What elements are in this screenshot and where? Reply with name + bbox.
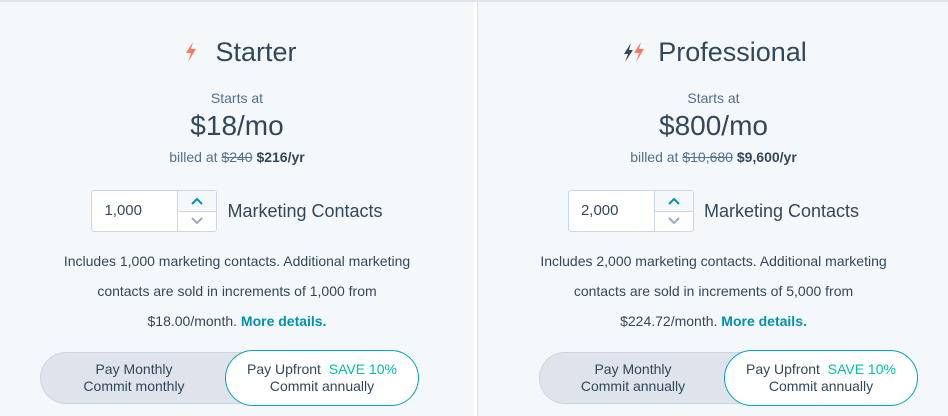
- billed-new-price: $9,600/yr: [736, 149, 797, 165]
- billed-prefix: billed at: [169, 149, 218, 165]
- starts-at-label: Starts at: [210, 90, 264, 106]
- more-details-link[interactable]: More details.: [241, 313, 327, 329]
- double-lightning-icon: [620, 38, 648, 66]
- billed-line: billed at $240 $216/yr: [0, 149, 474, 165]
- billed-old-price: $240: [221, 149, 253, 165]
- chevron-down-icon: [668, 217, 680, 225]
- pay-upfront-title: Pay Upfront: [746, 361, 820, 377]
- billed-line: billed at $10,680 $9,600/yr: [478, 149, 948, 165]
- plan-title: Professional: [658, 36, 807, 67]
- decrement-button[interactable]: [178, 212, 216, 232]
- save-badge: SAVE 10%: [328, 361, 397, 377]
- contacts-label: Marketing Contacts: [227, 200, 383, 221]
- desc-line-3: $18.00/month.: [147, 313, 238, 329]
- billing-toggle: Pay Monthly Commit monthly Pay Upfront S…: [40, 350, 419, 406]
- desc-line-2: contacts are sold in increments of 1,000…: [97, 283, 377, 299]
- plan-card-professional: Professional Starts at $800/mo billed at…: [477, 2, 948, 416]
- pay-monthly-sub: Commit annually: [580, 378, 686, 394]
- contacts-stepper[interactable]: 1,000: [91, 190, 218, 232]
- save-badge: SAVE 10%: [827, 361, 896, 377]
- pay-upfront-title: Pay Upfront: [247, 361, 321, 377]
- pay-monthly-sub: Commit monthly: [83, 378, 185, 394]
- pay-monthly-option[interactable]: Pay Monthly Commit monthly: [41, 353, 227, 403]
- chevron-up-icon: [668, 197, 680, 205]
- chevron-down-icon: [191, 217, 204, 225]
- pay-upfront-option[interactable]: Pay Upfront SAVE 10% Commit annually: [724, 350, 918, 406]
- contacts-label: Marketing Contacts: [703, 200, 860, 221]
- pay-upfront-sub: Commit annually: [768, 378, 874, 394]
- billed-prefix: billed at: [630, 149, 679, 165]
- pay-monthly-option[interactable]: Pay Monthly Commit annually: [540, 353, 726, 403]
- contacts-row: 1,000 Marketing Contacts: [0, 189, 474, 233]
- more-details-link[interactable]: More details.: [721, 313, 807, 329]
- plan-price: $18/mo: [190, 110, 284, 141]
- increment-button[interactable]: [654, 191, 693, 212]
- contacts-stepper[interactable]: 2,000: [567, 190, 694, 232]
- plan-title: Starter: [215, 36, 297, 67]
- pay-monthly-title: Pay Monthly: [95, 361, 173, 377]
- increment-button[interactable]: [178, 191, 217, 212]
- decrement-button[interactable]: [655, 212, 693, 232]
- desc-line-2: contacts are sold in increments of 5,000…: [573, 283, 854, 299]
- pay-upfront-sub: Commit annually: [269, 378, 375, 394]
- pay-monthly-title: Pay Monthly: [594, 361, 672, 377]
- pay-upfront-option[interactable]: Pay Upfront SAVE 10% Commit annually: [225, 350, 419, 406]
- plan-price: $800/mo: [659, 110, 768, 141]
- plan-card-starter: Starter Starts at $18/mo billed at $240 …: [0, 2, 474, 416]
- billing-toggle: Pay Monthly Commit annually Pay Upfront …: [539, 350, 918, 406]
- plan-header: Starter: [0, 32, 474, 72]
- desc-line-1: Includes 1,000 marketing contacts. Addit…: [63, 253, 411, 269]
- desc-line-3: $224.72/month.: [620, 313, 718, 329]
- contacts-value[interactable]: 2,000: [569, 191, 654, 231]
- contacts-value[interactable]: 1,000: [92, 191, 177, 231]
- plan-description: Includes 2,000 marketing contacts. Addit…: [478, 246, 948, 336]
- billed-new-price: $216/yr: [256, 149, 305, 165]
- contacts-row: 2,000 Marketing Contacts: [478, 189, 948, 233]
- starts-at-label: Starts at: [687, 90, 740, 106]
- billed-old-price: $10,680: [682, 149, 733, 165]
- chevron-up-icon: [191, 197, 204, 205]
- single-lightning-icon: [177, 38, 205, 66]
- plan-header: Professional: [478, 32, 948, 72]
- desc-line-1: Includes 2,000 marketing contacts. Addit…: [540, 253, 887, 269]
- plan-description: Includes 1,000 marketing contacts. Addit…: [0, 246, 474, 336]
